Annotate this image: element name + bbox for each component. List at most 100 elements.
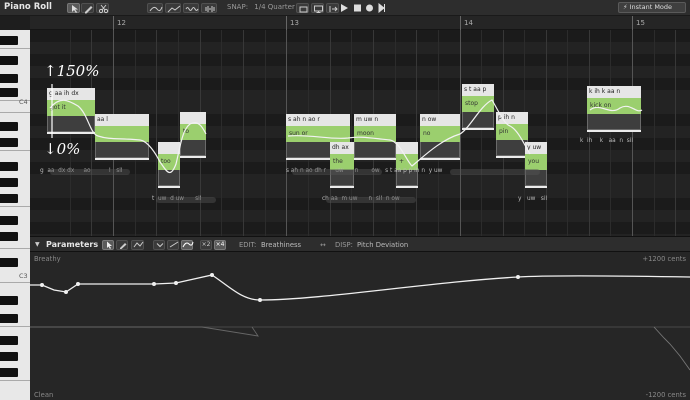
line-mode-button[interactable] <box>165 3 181 13</box>
skip-to-end-button[interactable] <box>378 3 387 13</box>
bar-marker <box>113 16 114 30</box>
black-key[interactable] <box>0 296 18 305</box>
pitch-line[interactable] <box>49 99 207 174</box>
pitch-curve-overlay[interactable] <box>30 30 690 236</box>
display-parameter-selector[interactable]: Pitch Deviation <box>357 241 408 249</box>
ramp-icon <box>169 241 179 248</box>
curve-mode-button[interactable] <box>147 3 163 13</box>
zoom-x2-button[interactable]: ×2 <box>200 240 212 250</box>
chevron-down-icon <box>156 243 164 248</box>
black-key[interactable] <box>0 178 18 187</box>
black-key[interactable] <box>0 36 18 45</box>
snap-label: SNAP: <box>227 3 249 11</box>
white-key-divider <box>0 150 30 151</box>
white-key-divider <box>0 48 30 49</box>
scissors-icon <box>98 4 109 14</box>
black-key[interactable] <box>0 194 18 203</box>
phoneme-token: t <box>390 168 393 174</box>
edit-parameter-selector[interactable]: Breathiness <box>261 241 301 249</box>
param-pencil-tool-button[interactable] <box>116 240 128 250</box>
follow-icon <box>329 6 338 12</box>
parameters-title: Parameters <box>46 240 99 249</box>
curve-control-point[interactable] <box>40 283 44 287</box>
follow-button[interactable] <box>326 3 339 13</box>
phoneme-token: s <box>286 168 290 174</box>
black-key[interactable] <box>0 352 18 361</box>
white-key-divider <box>0 206 30 207</box>
bar-ruler[interactable]: 12 13 14 15 <box>30 16 690 30</box>
phoneme-token: t <box>152 196 155 202</box>
select-tool-button[interactable] <box>67 3 80 13</box>
line-tool-icon <box>133 241 144 248</box>
play-button[interactable] <box>340 3 349 13</box>
parameters-header: ▼ Parameters ×2 ×4 EDIT: Breathiness ↔ D… <box>30 236 690 252</box>
curve-control-point[interactable] <box>210 273 214 277</box>
smooth-shape-button[interactable] <box>181 240 194 250</box>
line-curve-icon <box>167 5 181 13</box>
pencil-icon <box>120 243 127 249</box>
black-key[interactable] <box>0 336 18 345</box>
black-key[interactable] <box>0 74 18 83</box>
black-key[interactable] <box>0 232 18 241</box>
breath-waveform <box>326 197 416 203</box>
pencil-tool-button[interactable] <box>81 3 94 14</box>
snap-value: 1/4 Quarter <box>254 3 295 11</box>
vibrato-button[interactable] <box>183 3 199 13</box>
vibrato-icon <box>185 7 199 11</box>
white-key-divider <box>0 380 30 381</box>
param-line-tool-button[interactable] <box>131 240 144 250</box>
record-button[interactable] <box>365 3 374 13</box>
breathiness-curve[interactable] <box>30 274 690 301</box>
split-tool-button[interactable] <box>96 3 109 14</box>
phoneme-row: y uw sil <box>518 196 547 202</box>
phoneme-token: n <box>619 138 624 144</box>
black-key[interactable] <box>0 88 18 97</box>
phoneme-token: p <box>403 168 407 174</box>
annotation-max-label: ↑150% <box>44 62 100 80</box>
black-key[interactable] <box>0 162 18 171</box>
pitch-line[interactable] <box>287 99 531 167</box>
cursor-icon <box>72 5 78 13</box>
black-key[interactable] <box>0 56 18 65</box>
annotation-range-bracket <box>51 84 53 138</box>
phoneme-token: p <box>408 168 413 174</box>
parameter-curve-canvas[interactable] <box>30 252 690 400</box>
collapse-icon[interactable]: ▼ <box>35 241 40 248</box>
parameter-curve-area[interactable]: Breathy Clean +1200 cents -1200 cents <box>30 252 690 400</box>
breath-waveform <box>450 169 540 175</box>
curve-control-point[interactable] <box>152 282 156 286</box>
pitch-line[interactable] <box>589 105 643 112</box>
phoneme-token: n <box>421 168 425 174</box>
curve-control-point[interactable] <box>516 275 520 279</box>
black-key[interactable] <box>0 122 18 131</box>
snap-selector[interactable]: SNAP: 1/4 Quarter <box>227 3 295 11</box>
detail-button[interactable] <box>201 3 217 13</box>
swap-arrows-icon[interactable]: ↔ <box>320 241 326 249</box>
loop-icon <box>299 6 308 13</box>
curve-control-point[interactable] <box>76 282 80 286</box>
stop-button[interactable] <box>353 3 362 13</box>
white-key-divider <box>0 248 30 249</box>
instant-mode-button[interactable]: ⚡ Instant Mode <box>618 2 686 13</box>
loop-button[interactable] <box>296 3 309 13</box>
black-key[interactable] <box>0 314 18 323</box>
black-key[interactable] <box>0 216 18 225</box>
note-grid[interactable]: g aa ih dx got it aa l too to s ah n ao … <box>30 30 690 236</box>
shape-dropdown-button[interactable] <box>153 240 165 250</box>
bar-marker <box>460 16 461 30</box>
pitch-deviation-curve <box>653 326 690 371</box>
smooth-curve-icon <box>182 241 194 248</box>
black-key[interactable] <box>0 368 18 377</box>
param-select-tool-button[interactable] <box>102 240 114 250</box>
curve-control-point[interactable] <box>64 290 68 294</box>
piano-keyboard[interactable]: C4 C3 <box>0 30 30 400</box>
black-key[interactable] <box>0 258 18 267</box>
black-key[interactable] <box>0 138 18 147</box>
breath-waveform <box>156 197 216 203</box>
curve-control-point[interactable] <box>174 281 178 285</box>
metronome-button[interactable] <box>311 3 324 13</box>
curve-control-point[interactable] <box>258 298 262 302</box>
zoom-x4-button[interactable]: ×4 <box>214 240 226 250</box>
phoneme-token: sil <box>540 196 548 202</box>
ramp-shape-button[interactable] <box>167 240 179 250</box>
